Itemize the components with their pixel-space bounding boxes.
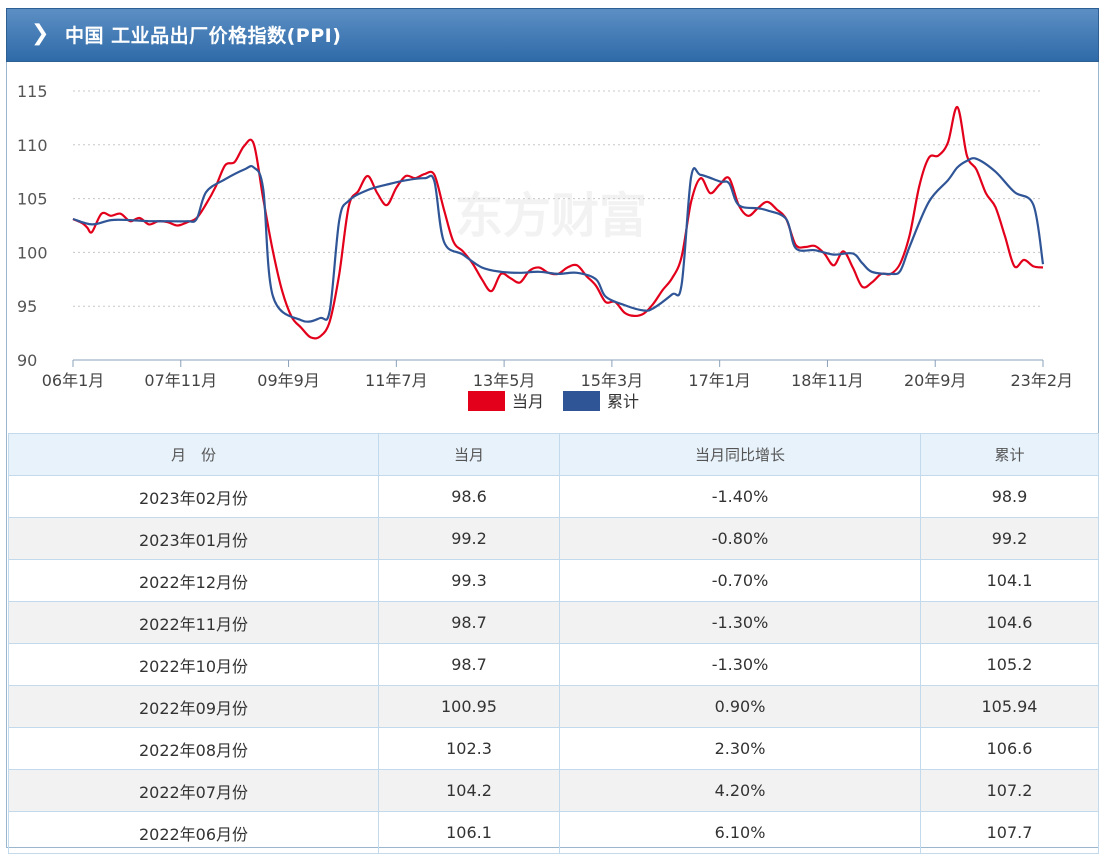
legend-label-cumulative: 累计 [607,392,639,411]
cell-yoy: 2.30% [559,727,921,770]
cell-yoy: -1.40% [559,475,921,518]
table-row: 2022年06月份 106.1 6.10% 107.7 [8,811,1099,854]
cell-current: 99.2 [378,517,560,560]
watermark-text: 东方财富 [455,188,647,244]
table-row: 2022年11月份 98.7 -1.30% 104.6 [8,601,1099,644]
cell-current: 99.3 [378,559,560,602]
cell-current: 98.7 [378,643,560,686]
cell-current: 102.3 [378,727,560,770]
cell-current: 106.1 [378,811,560,854]
cell-cumulative: 107.2 [920,769,1099,812]
cell-cumulative: 98.9 [920,475,1099,518]
cell-yoy: 0.90% [559,685,921,728]
x-tick-label: 11年7月 [365,371,428,390]
cell-month: 2022年06月份 [8,811,379,854]
cell-month: 2022年08月份 [8,727,379,770]
table-row: 2022年08月份 102.3 2.30% 106.6 [8,727,1099,770]
x-tick-label: 18年11月 [791,371,864,390]
x-tick-label: 15年3月 [581,371,644,390]
cell-cumulative: 105.94 [920,685,1099,728]
cell-month: 2023年01月份 [8,517,379,560]
cell-cumulative: 105.2 [920,643,1099,686]
x-tick-label: 17年1月 [688,371,751,390]
cell-yoy: -0.70% [559,559,921,602]
y-tick-label: 115 [17,82,48,101]
header-yoy[interactable]: 当月同比增长 [559,433,921,476]
cell-month: 2022年10月份 [8,643,379,686]
table-row: 2022年12月份 99.3 -0.70% 104.1 [8,559,1099,602]
table-header-row: 月 份 当月 当月同比增长 累计 [8,433,1099,476]
cell-cumulative: 104.6 [920,601,1099,644]
x-tick-label: 06年1月 [42,371,105,390]
cell-yoy: 4.20% [559,769,921,812]
cell-yoy: -0.80% [559,517,921,560]
table-row: 2023年02月份 98.6 -1.40% 98.9 [8,475,1099,518]
header-month[interactable]: 月 份 [8,433,379,476]
chevron-right-icon[interactable]: ❯ [31,21,49,47]
y-tick-label: 90 [17,351,37,370]
cell-current: 98.7 [378,601,560,644]
cell-current: 98.6 [378,475,560,518]
ppi-line-chart: 东方财富 90 95 100 105 110 115 06年1月 07年11月 09年9月 11年7… [17,82,1073,411]
legend-swatch-current [468,391,505,411]
panel-title: 中国 工业品出厂价格指数(PPI) [65,25,342,47]
table-body: 2023年02月份 98.6 -1.40% 98.9 2023年01月份 99.2 -0.8… [8,475,1099,854]
cell-month: 2023年02月份 [8,475,379,518]
header-current[interactable]: 当月 [378,433,560,476]
x-tick-label: 07年11月 [144,371,217,390]
legend-label-current: 当月 [512,392,544,411]
cell-month: 2022年07月份 [8,769,379,812]
y-tick-label: 105 [17,190,48,209]
cell-yoy: 6.10% [559,811,921,854]
ppi-data-table: 月 份 当月 当月同比增长 累计 2023年02月份 98.6 -1.40% 98.9… [8,433,1099,854]
cell-yoy: -1.30% [559,643,921,686]
cell-cumulative: 99.2 [920,517,1099,560]
cell-month: 2022年11月份 [8,601,379,644]
table-row: 2022年09月份 100.95 0.90% 105.94 [8,685,1099,728]
x-tick-label: 09年9月 [257,371,320,390]
table-row: 2022年10月份 98.7 -1.30% 105.2 [8,643,1099,686]
y-tick-label: 95 [17,297,37,316]
cell-month: 2022年09月份 [8,685,379,728]
header-cumulative[interactable]: 累计 [920,433,1099,476]
cell-current: 104.2 [378,769,560,812]
x-tick-label: 13年5月 [473,371,536,390]
x-tick-label: 20年9月 [904,371,967,390]
table-row: 2022年07月份 104.2 4.20% 107.2 [8,769,1099,812]
cell-current: 100.95 [378,685,560,728]
table-row: 2023年01月份 99.2 -0.80% 99.2 [8,517,1099,560]
cell-cumulative: 107.7 [920,811,1099,854]
cell-yoy: -1.30% [559,601,921,644]
cell-cumulative: 106.6 [920,727,1099,770]
panel-header: ❯ 中国 工业品出厂价格指数(PPI) [6,8,1099,62]
cell-cumulative: 104.1 [920,559,1099,602]
y-tick-label: 100 [17,243,48,262]
y-tick-label: 110 [17,136,48,155]
cell-month: 2022年12月份 [8,559,379,602]
legend-swatch-cumulative [563,391,600,411]
x-tick-label: 23年2月 [1010,371,1073,390]
